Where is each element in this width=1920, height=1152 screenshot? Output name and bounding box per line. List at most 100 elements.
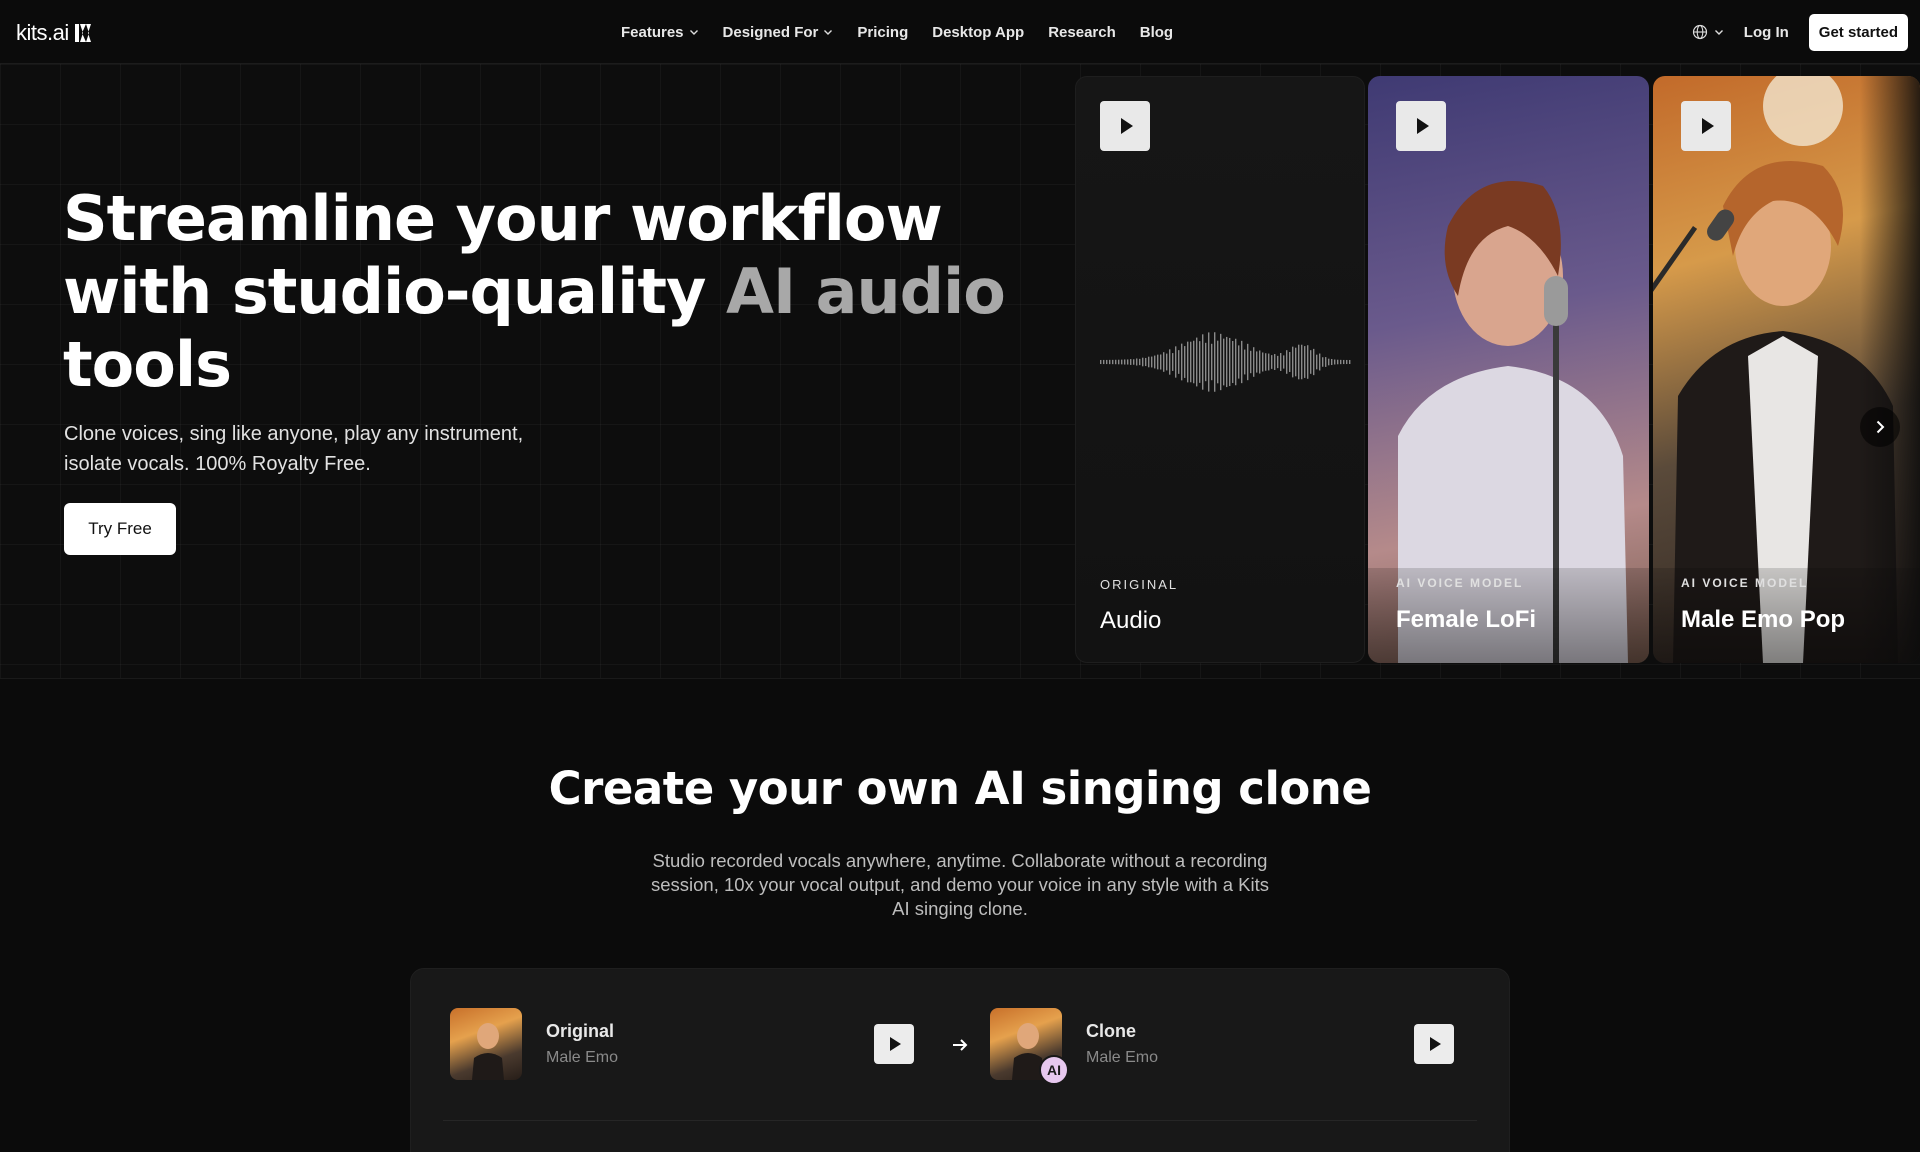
- waveform-bar: [1217, 340, 1219, 384]
- kits-logo[interactable]: kits.ai: [16, 20, 91, 46]
- waveform-bar: [1142, 357, 1144, 367]
- chevron-down-icon: [689, 30, 698, 35]
- language-selector[interactable]: [1692, 24, 1724, 40]
- waveform-bar: [1151, 356, 1153, 368]
- female-lofi-card[interactable]: AI VOICE MODEL Female LoFi: [1368, 76, 1649, 663]
- waveform-bar: [1124, 359, 1126, 365]
- waveform-bar: [1325, 357, 1327, 367]
- nav-research-label: Research: [1048, 23, 1116, 41]
- nav-blog-label: Blog: [1139, 23, 1174, 41]
- try-free-button[interactable]: Try Free: [64, 503, 176, 555]
- waveform-bar: [1139, 358, 1141, 366]
- play-icon: [1429, 1037, 1441, 1051]
- waveform-bar: [1160, 354, 1162, 370]
- divider: [443, 1120, 1477, 1121]
- waveform-bar: [1295, 347, 1297, 377]
- login-link[interactable]: Log In: [1744, 24, 1789, 41]
- waveform-bar: [1133, 359, 1135, 365]
- play-button[interactable]: [1681, 101, 1731, 151]
- card-name: Male Emo Pop: [1681, 606, 1846, 633]
- card-kicker: ORIGINAL: [1100, 577, 1179, 592]
- waveform-bar: [1223, 338, 1225, 386]
- card-name: Female LoFi: [1396, 606, 1537, 633]
- waveform-bar: [1121, 359, 1123, 365]
- carousel-next-button[interactable]: [1860, 407, 1900, 447]
- original-play-button[interactable]: [874, 1024, 914, 1064]
- nav-features-label: Features: [621, 23, 684, 41]
- clone-sub: Male Emo: [1086, 1049, 1159, 1066]
- voice-clone-demo-panel: Original Male Emo AI Clone Male Emo: [410, 968, 1510, 1152]
- original-audio-card[interactable]: ORIGINAL Audio: [1075, 76, 1365, 663]
- nav-pricing-label: Pricing: [857, 23, 909, 41]
- waveform-bar: [1154, 355, 1156, 369]
- waveform-bar: [1349, 359, 1351, 365]
- waveform-bar: [1307, 345, 1309, 379]
- waveform-bar: [1232, 340, 1234, 384]
- waveform-bar: [1205, 342, 1207, 382]
- waveform-bar: [1298, 344, 1300, 380]
- nav-desktop-app-label: Desktop App: [932, 23, 1025, 41]
- waveform-bar: [1253, 347, 1255, 377]
- logo-text: kits.ai: [16, 20, 69, 45]
- waveform-bar: [1241, 340, 1243, 384]
- ai-badge: AI: [1039, 1055, 1069, 1085]
- play-icon: [1416, 118, 1429, 134]
- waveform-bar: [1292, 346, 1294, 378]
- hero-title-line1: Streamline your workflow: [63, 182, 943, 255]
- nav-designed-for-label: Designed For: [722, 23, 819, 41]
- get-started-button[interactable]: Get started: [1808, 13, 1908, 51]
- chevron-down-icon: [1714, 30, 1723, 35]
- waveform-bar: [1346, 359, 1348, 365]
- nav-research[interactable]: Research: [1048, 24, 1116, 41]
- section-subtitle: Studio recorded vocals anywhere, anytime…: [650, 850, 1269, 919]
- waveform-bar: [1103, 359, 1105, 365]
- card-name: Audio: [1100, 607, 1162, 634]
- waveform-bar: [1175, 346, 1177, 378]
- waveform-bar: [1343, 359, 1345, 365]
- play-icon: [1120, 118, 1133, 134]
- waveform-bar: [1181, 343, 1183, 381]
- hero-title: Streamline your workflow with studio-qua…: [63, 182, 1023, 401]
- waveform-bar: [1145, 357, 1147, 367]
- waveform-bar: [1148, 356, 1150, 368]
- waveform-bar: [1202, 334, 1204, 390]
- waveform-bar: [1118, 359, 1120, 365]
- waveform-bar: [1220, 333, 1222, 391]
- waveform-graphic: [1100, 332, 1351, 392]
- waveform-bar: [1310, 350, 1312, 374]
- waveform-bar: [1127, 359, 1129, 365]
- waveform-bar: [1211, 343, 1213, 381]
- waveform-bar: [1196, 337, 1198, 387]
- clone-play-button[interactable]: [1414, 1024, 1454, 1064]
- waveform-bar: [1172, 353, 1174, 371]
- nav-designed-for[interactable]: Designed For: [723, 24, 834, 41]
- waveform-bar: [1334, 359, 1336, 365]
- waveform-bar: [1208, 332, 1210, 392]
- waveform-bar: [1229, 337, 1231, 387]
- waveform-bar: [1238, 345, 1240, 379]
- waveform-bar: [1136, 358, 1138, 366]
- male-emo-pop-card[interactable]: AI VOICE MODEL Male Emo Pop: [1653, 76, 1920, 663]
- waveform-bar: [1187, 341, 1189, 383]
- waveform-bar: [1109, 359, 1111, 365]
- play-button[interactable]: [1396, 101, 1446, 151]
- waveform-bar: [1163, 352, 1165, 372]
- waveform-bar: [1199, 341, 1201, 383]
- waveform-bar: [1322, 357, 1324, 367]
- play-button[interactable]: [1100, 101, 1150, 151]
- original-sub: Male Emo: [546, 1049, 619, 1066]
- nav-pricing[interactable]: Pricing: [857, 24, 908, 41]
- waveform-bar: [1289, 351, 1291, 373]
- nav-features[interactable]: Features: [621, 24, 699, 41]
- waveform-bar: [1100, 359, 1102, 365]
- nav-blog[interactable]: Blog: [1140, 24, 1173, 41]
- waveform-bar: [1184, 346, 1186, 378]
- nav-desktop-app[interactable]: Desktop App: [932, 24, 1024, 41]
- waveform-bar: [1256, 351, 1258, 373]
- original-thumbnail: [450, 1008, 522, 1080]
- waveform-bar: [1259, 350, 1261, 374]
- play-icon: [1701, 118, 1714, 134]
- waveform-bar: [1277, 355, 1279, 369]
- waveform-bar: [1301, 344, 1303, 380]
- chevron-down-icon: [824, 30, 833, 35]
